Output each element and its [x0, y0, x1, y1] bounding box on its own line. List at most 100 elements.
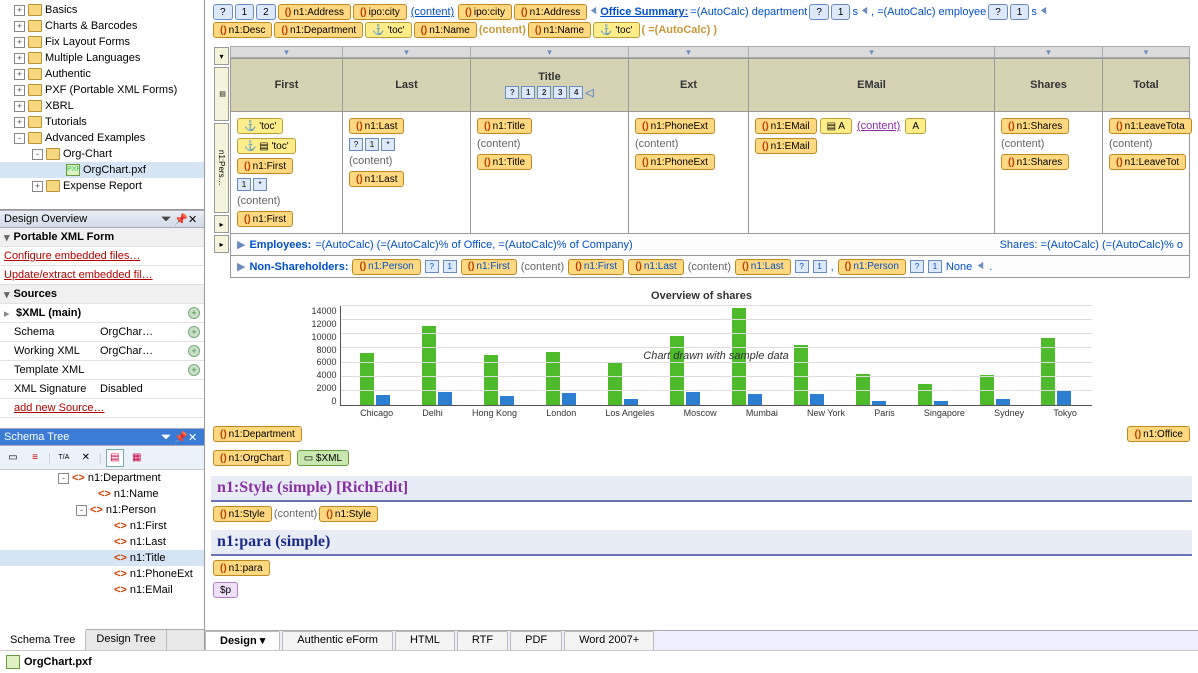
- xml-tag[interactable]: ?: [988, 4, 1008, 20]
- xml-tag[interactable]: ()ipo:city: [458, 4, 512, 20]
- expand-icon[interactable]: +: [14, 85, 25, 96]
- schema-item[interactable]: -<>n1:Department: [0, 470, 204, 486]
- expand-icon[interactable]: +: [14, 53, 25, 64]
- xml-tag[interactable]: ()n1:Last: [628, 259, 683, 275]
- column-header[interactable]: Shares: [994, 58, 1102, 112]
- xml-tag[interactable]: ⚓ 'toc': [593, 22, 639, 38]
- add-icon[interactable]: +: [188, 345, 200, 357]
- view-tab[interactable]: Word 2007+: [564, 631, 654, 650]
- tree-item[interactable]: +Authentic: [0, 66, 204, 82]
- xml-tag[interactable]: ()n1:Desc: [213, 22, 272, 38]
- overview-row[interactable]: Configure embedded files…: [0, 247, 204, 266]
- tb-btn-3[interactable]: T/A: [55, 449, 73, 467]
- content-link[interactable]: (content): [411, 6, 454, 18]
- tb-btn-4[interactable]: ✕: [77, 449, 95, 467]
- col-grip[interactable]: ▾: [1102, 46, 1190, 58]
- side-btn[interactable]: ▤: [214, 67, 229, 121]
- cond-chip[interactable]: 1: [443, 260, 457, 273]
- view-tab[interactable]: HTML: [395, 631, 455, 650]
- column-header[interactable]: First: [230, 58, 342, 112]
- expand-icon[interactable]: -: [32, 149, 43, 160]
- col-grip[interactable]: ▾: [628, 46, 748, 58]
- pin-icon[interactable]: 📌: [174, 213, 186, 225]
- xml-tag[interactable]: ()n1:PhoneExt: [635, 154, 715, 170]
- column-header[interactable]: Total: [1102, 58, 1190, 112]
- document-tab-label[interactable]: OrgChart.pxf: [24, 656, 92, 668]
- xml-tag[interactable]: ()n1:Shares: [1001, 118, 1069, 134]
- tree-item[interactable]: +PXF (Portable XML Forms): [0, 82, 204, 98]
- expand-icon[interactable]: +: [14, 101, 25, 112]
- xml-tag[interactable]: ()n1:Shares: [1001, 154, 1069, 170]
- cond-chip[interactable]: 1: [813, 260, 827, 273]
- column-header[interactable]: EMail: [748, 58, 994, 112]
- schema-item[interactable]: <>n1:Name: [0, 486, 204, 502]
- xml-close-tag[interactable]: ()n1:Office: [1127, 426, 1190, 442]
- xml-tag[interactable]: ()ipo:city: [353, 4, 407, 20]
- schema-item[interactable]: <>n1:EMail: [0, 582, 204, 598]
- toc-tag[interactable]: ⚓ 'toc': [237, 118, 283, 134]
- tree-item[interactable]: +Tutorials: [0, 114, 204, 130]
- close-icon[interactable]: ✕: [188, 213, 200, 225]
- xml-tag[interactable]: ()n1:Last: [349, 171, 404, 187]
- xml-tag[interactable]: ()n1:First: [461, 259, 517, 275]
- tb-btn-1[interactable]: ▭: [4, 449, 22, 467]
- xml-close-tag[interactable]: ▭ $XML: [297, 450, 349, 466]
- schema-item[interactable]: <>n1:Last: [0, 534, 204, 550]
- expand-icon[interactable]: +: [14, 117, 25, 128]
- view-tab[interactable]: PDF: [510, 631, 562, 650]
- schema-tabs[interactable]: Schema TreeDesign Tree: [0, 629, 204, 650]
- schema-tree[interactable]: -<>n1:Department<>n1:Name-<>n1:Person<>n…: [0, 470, 204, 629]
- column-header[interactable]: Title?1234◁: [470, 58, 628, 112]
- panel-tab[interactable]: Schema Tree: [0, 629, 86, 650]
- xml-tag[interactable]: ()n1:First: [237, 211, 293, 227]
- xml-tag[interactable]: ⚓ 'toc': [365, 22, 411, 38]
- schema-item[interactable]: -<>n1:Person: [0, 502, 204, 518]
- add-icon[interactable]: +: [188, 326, 200, 338]
- side-btn[interactable]: ▸: [214, 215, 229, 233]
- panel-tab[interactable]: Design Tree: [86, 630, 166, 650]
- side-btn[interactable]: ▾: [214, 47, 229, 65]
- col-grip[interactable]: ▾: [994, 46, 1102, 58]
- cond-chip[interactable]: 1: [928, 260, 942, 273]
- xml-close-tag[interactable]: ()n1:OrgChart: [213, 450, 291, 466]
- design-surface[interactable]: ?12()n1:Address()ipo:city(content)()ipo:…: [205, 0, 1198, 650]
- cond-chip[interactable]: ?: [795, 260, 809, 273]
- xml-tag[interactable]: ?: [213, 4, 233, 20]
- xml-tag[interactable]: ()n1:Title: [477, 154, 532, 170]
- tree-item[interactable]: +Fix Layout Forms: [0, 34, 204, 50]
- expand-icon[interactable]: -: [76, 505, 87, 516]
- xml-tag[interactable]: ()n1:EMail: [755, 118, 817, 134]
- xml-tag[interactable]: ()n1:Name: [414, 22, 477, 38]
- xml-tag[interactable]: 2: [256, 4, 276, 20]
- view-tab[interactable]: Design ▾: [205, 631, 280, 650]
- xml-tag[interactable]: ()n1:LeaveTota: [1109, 118, 1192, 134]
- side-btn[interactable]: ▸: [214, 235, 229, 253]
- xml-tag[interactable]: 1: [1010, 4, 1030, 20]
- xml-tag[interactable]: 1: [235, 4, 255, 20]
- toc-tag[interactable]: ⚓ ▤ 'toc': [237, 138, 296, 154]
- tb-btn-5[interactable]: ▤: [106, 449, 124, 467]
- xml-tag[interactable]: ()n1:Name: [528, 22, 591, 38]
- document-tab-bar[interactable]: OrgChart.pxf: [0, 650, 1198, 672]
- tree-item[interactable]: -Org-Chart: [0, 146, 204, 162]
- attr-tag[interactable]: ▤ A: [820, 118, 852, 134]
- pin-icon[interactable]: 📌: [174, 431, 186, 443]
- tree-item[interactable]: +Basics: [0, 2, 204, 18]
- tree-item[interactable]: +Charts & Barcodes: [0, 18, 204, 34]
- close-icon[interactable]: ✕: [188, 431, 200, 443]
- view-tab[interactable]: RTF: [457, 631, 508, 650]
- xml-tag[interactable]: 1: [831, 4, 851, 20]
- xml-tag[interactable]: ()n1:Person: [838, 259, 906, 275]
- cond-chip[interactable]: ?: [910, 260, 924, 273]
- expand-icon[interactable]: -: [14, 133, 25, 144]
- expand-icon[interactable]: +: [14, 37, 25, 48]
- column-header[interactable]: Last: [342, 58, 470, 112]
- schema-item[interactable]: <>n1:First: [0, 518, 204, 534]
- attr-tag[interactable]: A: [905, 118, 926, 134]
- xml-close-tag[interactable]: ()n1:Department: [213, 426, 302, 442]
- expand-icon[interactable]: +: [14, 21, 25, 32]
- xml-tag[interactable]: ()n1:Last: [735, 259, 790, 275]
- xml-tag[interactable]: ()n1:Address: [514, 4, 587, 20]
- view-tab[interactable]: Authentic eForm: [282, 631, 393, 650]
- tree-item[interactable]: PXFOrgChart.pxf: [0, 162, 204, 178]
